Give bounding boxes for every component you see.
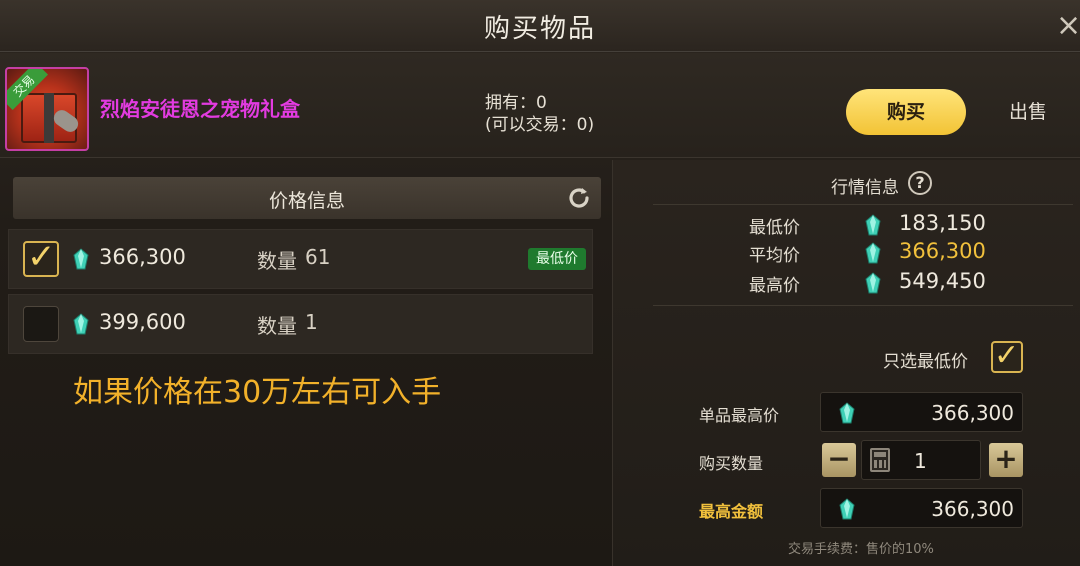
- listing-checkbox[interactable]: [23, 306, 59, 342]
- total-max-value: 366,300: [931, 497, 1014, 521]
- unit-max-price-label: 单品最高价: [699, 406, 780, 425]
- total-max-field: 366,300: [820, 488, 1023, 528]
- gem-icon: [865, 242, 881, 264]
- qty-plus-button[interactable]: +: [989, 443, 1023, 477]
- qty-value: 1: [914, 449, 927, 473]
- unit-max-price-value: 366,300: [931, 401, 1014, 425]
- qty-input[interactable]: 1: [861, 440, 981, 480]
- divider: [653, 204, 1073, 205]
- only-lowest-checkbox[interactable]: ✓: [991, 338, 1023, 373]
- sell-tab[interactable]: 出售: [976, 89, 1080, 135]
- gem-icon: [839, 498, 855, 520]
- avg-price-value: 366,300: [899, 239, 986, 263]
- close-icon[interactable]: ×: [1056, 8, 1080, 44]
- listing-price: 399,600: [99, 310, 186, 334]
- tradable-count: (可以交易：0): [485, 115, 595, 135]
- window-title: 购买物品: [483, 14, 596, 44]
- divider: [653, 305, 1073, 306]
- max-price-value: 549,450: [899, 269, 986, 293]
- listing-row[interactable]: 399,600 数量 1: [8, 294, 593, 354]
- title-bar: 购买物品 ×: [0, 0, 1080, 52]
- gift-box-icon[interactable]: 交易: [5, 67, 89, 151]
- listing-qty-label: 数量: [257, 249, 297, 273]
- item-header: 交易 烈焰安徒恩之宠物礼盒 拥有：0 (可以交易：0) 购买 出售: [0, 53, 1080, 158]
- max-price-label: 最高价: [749, 276, 800, 296]
- avg-price-label: 平均价: [749, 246, 800, 266]
- price-info-header: 价格信息: [13, 177, 601, 219]
- total-max-label: 最高金额: [699, 502, 764, 521]
- refresh-icon[interactable]: [565, 184, 593, 212]
- check-icon: ✓: [27, 237, 56, 277]
- lowest-price-badge: 最低价: [528, 248, 586, 270]
- calculator-icon[interactable]: [870, 448, 890, 472]
- listing-price: 366,300: [99, 245, 186, 269]
- buy-tab[interactable]: 购买: [846, 89, 966, 135]
- help-icon[interactable]: ?: [908, 171, 932, 195]
- listing-row[interactable]: ✓ 366,300 数量 61 最低价: [8, 229, 593, 289]
- gem-icon: [865, 214, 881, 236]
- purchase-qty-label: 购买数量: [699, 454, 764, 473]
- unit-max-price-field[interactable]: 366,300: [820, 392, 1023, 432]
- only-lowest-label: 只选最低价: [883, 352, 968, 372]
- listing-qty: 1: [305, 310, 318, 334]
- gem-icon: [865, 272, 881, 294]
- listing-qty-label: 数量: [257, 314, 297, 338]
- overlay-note: 如果价格在30万左右可入手: [73, 375, 442, 410]
- price-info-title: 价格信息: [268, 190, 345, 212]
- listing-qty: 61: [305, 245, 331, 269]
- gem-icon: [73, 248, 89, 270]
- purchase-window: 购买物品 × 交易 烈焰安徒恩之宠物礼盒 拥有：0 (可以交易：0) 购买 出售…: [0, 0, 1080, 566]
- min-price-value: 183,150: [899, 211, 986, 235]
- item-name: 烈焰安徒恩之宠物礼盒: [100, 97, 300, 121]
- gem-icon: [839, 402, 855, 424]
- min-price-label: 最低价: [749, 218, 800, 238]
- buy-sell-toggle: 购买 出售: [846, 89, 1080, 135]
- market-panel: 行情信息 ? 最低价 183,150 平均价 366,300 最高价 549,4…: [612, 160, 1080, 566]
- market-info-title: 行情信息: [831, 178, 899, 198]
- fee-note: 交易手续费：售价的10%: [788, 542, 934, 557]
- check-icon: ✓: [994, 338, 1020, 373]
- qty-minus-button[interactable]: −: [822, 443, 856, 477]
- gem-icon: [73, 313, 89, 335]
- listing-checkbox[interactable]: ✓: [23, 237, 59, 277]
